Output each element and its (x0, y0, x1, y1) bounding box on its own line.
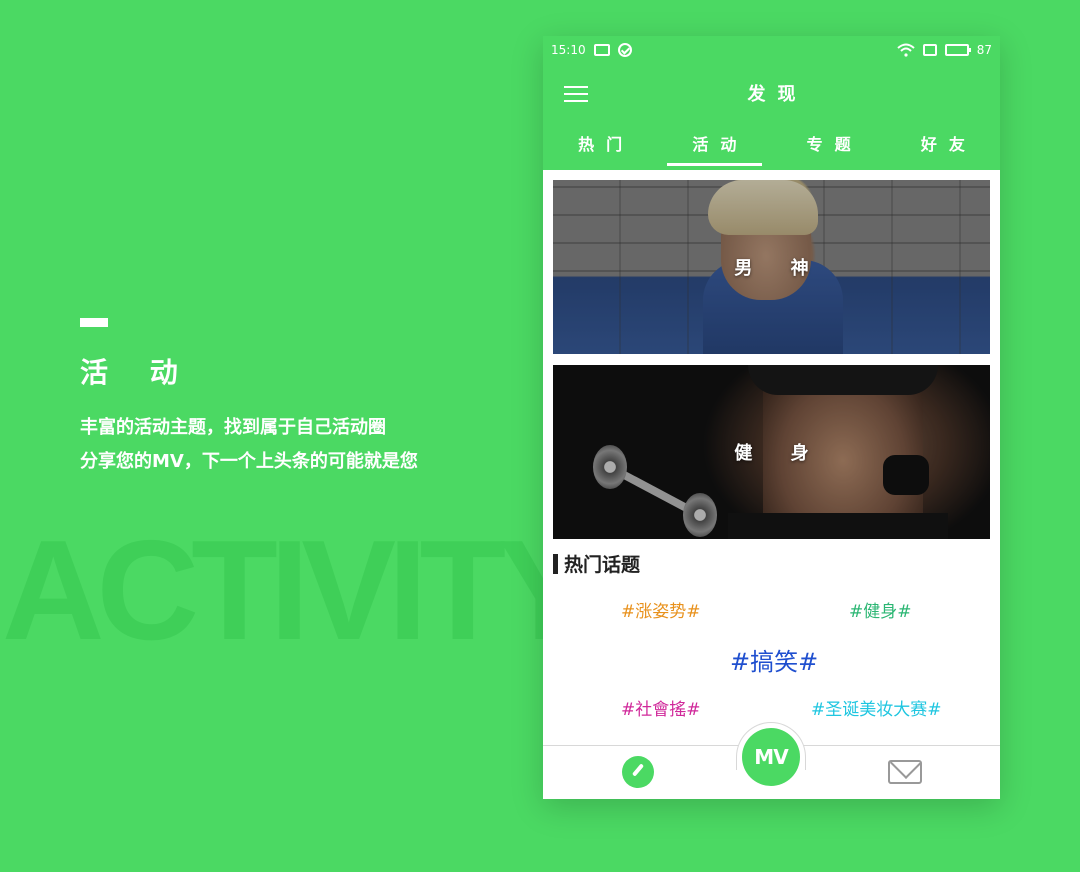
topic-tag[interactable]: #圣诞美妆大赛# (811, 695, 942, 720)
tab-activity[interactable]: 活动 (657, 126, 771, 170)
banner-label: 健 身 (734, 443, 825, 464)
banner-label: 男 神 (734, 258, 825, 279)
page-title: 发现 (747, 84, 808, 105)
mail-icon[interactable] (888, 760, 922, 784)
tab-friends[interactable]: 好友 (886, 126, 1000, 170)
tab-topics[interactable]: 专题 (772, 126, 886, 170)
tab-bar: 热门 活动 专题 好友 (543, 126, 1000, 170)
sim-card-icon (922, 44, 937, 56)
tab-hot[interactable]: 热门 (543, 126, 657, 170)
topic-tag[interactable]: #健身# (849, 597, 912, 622)
banner-fitness[interactable]: 健 身 (553, 365, 990, 539)
topic-tag[interactable]: #搞笑# (730, 642, 818, 677)
wifi-icon (897, 43, 915, 57)
hot-topics-title: 热门话题 (564, 554, 641, 576)
intro-block: 活 动 丰富的活动主题，找到属于自己活动圈 分享您的MV，下一个上头条的可能就是… (80, 318, 418, 479)
intro-line-2: 分享您的MV，下一个上头条的可能就是您 (80, 451, 418, 472)
heading-marker (553, 553, 558, 574)
mv-camera-icon[interactable]: MV (742, 728, 800, 786)
background-watermark-word: ACTIVITY (2, 511, 593, 670)
record-button-label: MV (754, 745, 788, 769)
check-circle-icon (617, 43, 632, 57)
battery-icon (944, 44, 971, 56)
phone-screen: 15:10 87 发现 热门 活动 专题 好友 男 神 健 身 热门话题 #涨姿… (543, 36, 1000, 799)
intro-line-1: 丰富的活动主题，找到属于自己活动圈 (80, 417, 386, 438)
app-header: 15:10 87 发现 热门 活动 专题 好友 (543, 36, 1000, 170)
topic-tag[interactable]: #社會搖# (621, 695, 701, 720)
bottom-nav: MV (543, 722, 1000, 799)
intro-accent-bar (80, 318, 108, 327)
topic-tags: #涨姿势# #健身# #搞笑# #社會搖# #圣诞美妆大赛# (553, 577, 990, 737)
status-bar: 15:10 87 (543, 36, 1000, 64)
compass-icon[interactable] (622, 756, 654, 788)
image-notification-icon (593, 44, 610, 56)
intro-title: 活 动 (80, 356, 194, 389)
status-time: 15:10 (551, 43, 586, 57)
topic-tag[interactable]: #涨姿势# (621, 597, 701, 622)
battery-level: 87 (976, 43, 992, 57)
banner-male-idol[interactable]: 男 神 (553, 180, 990, 354)
hot-topics-heading: 热门话题 (553, 550, 990, 577)
